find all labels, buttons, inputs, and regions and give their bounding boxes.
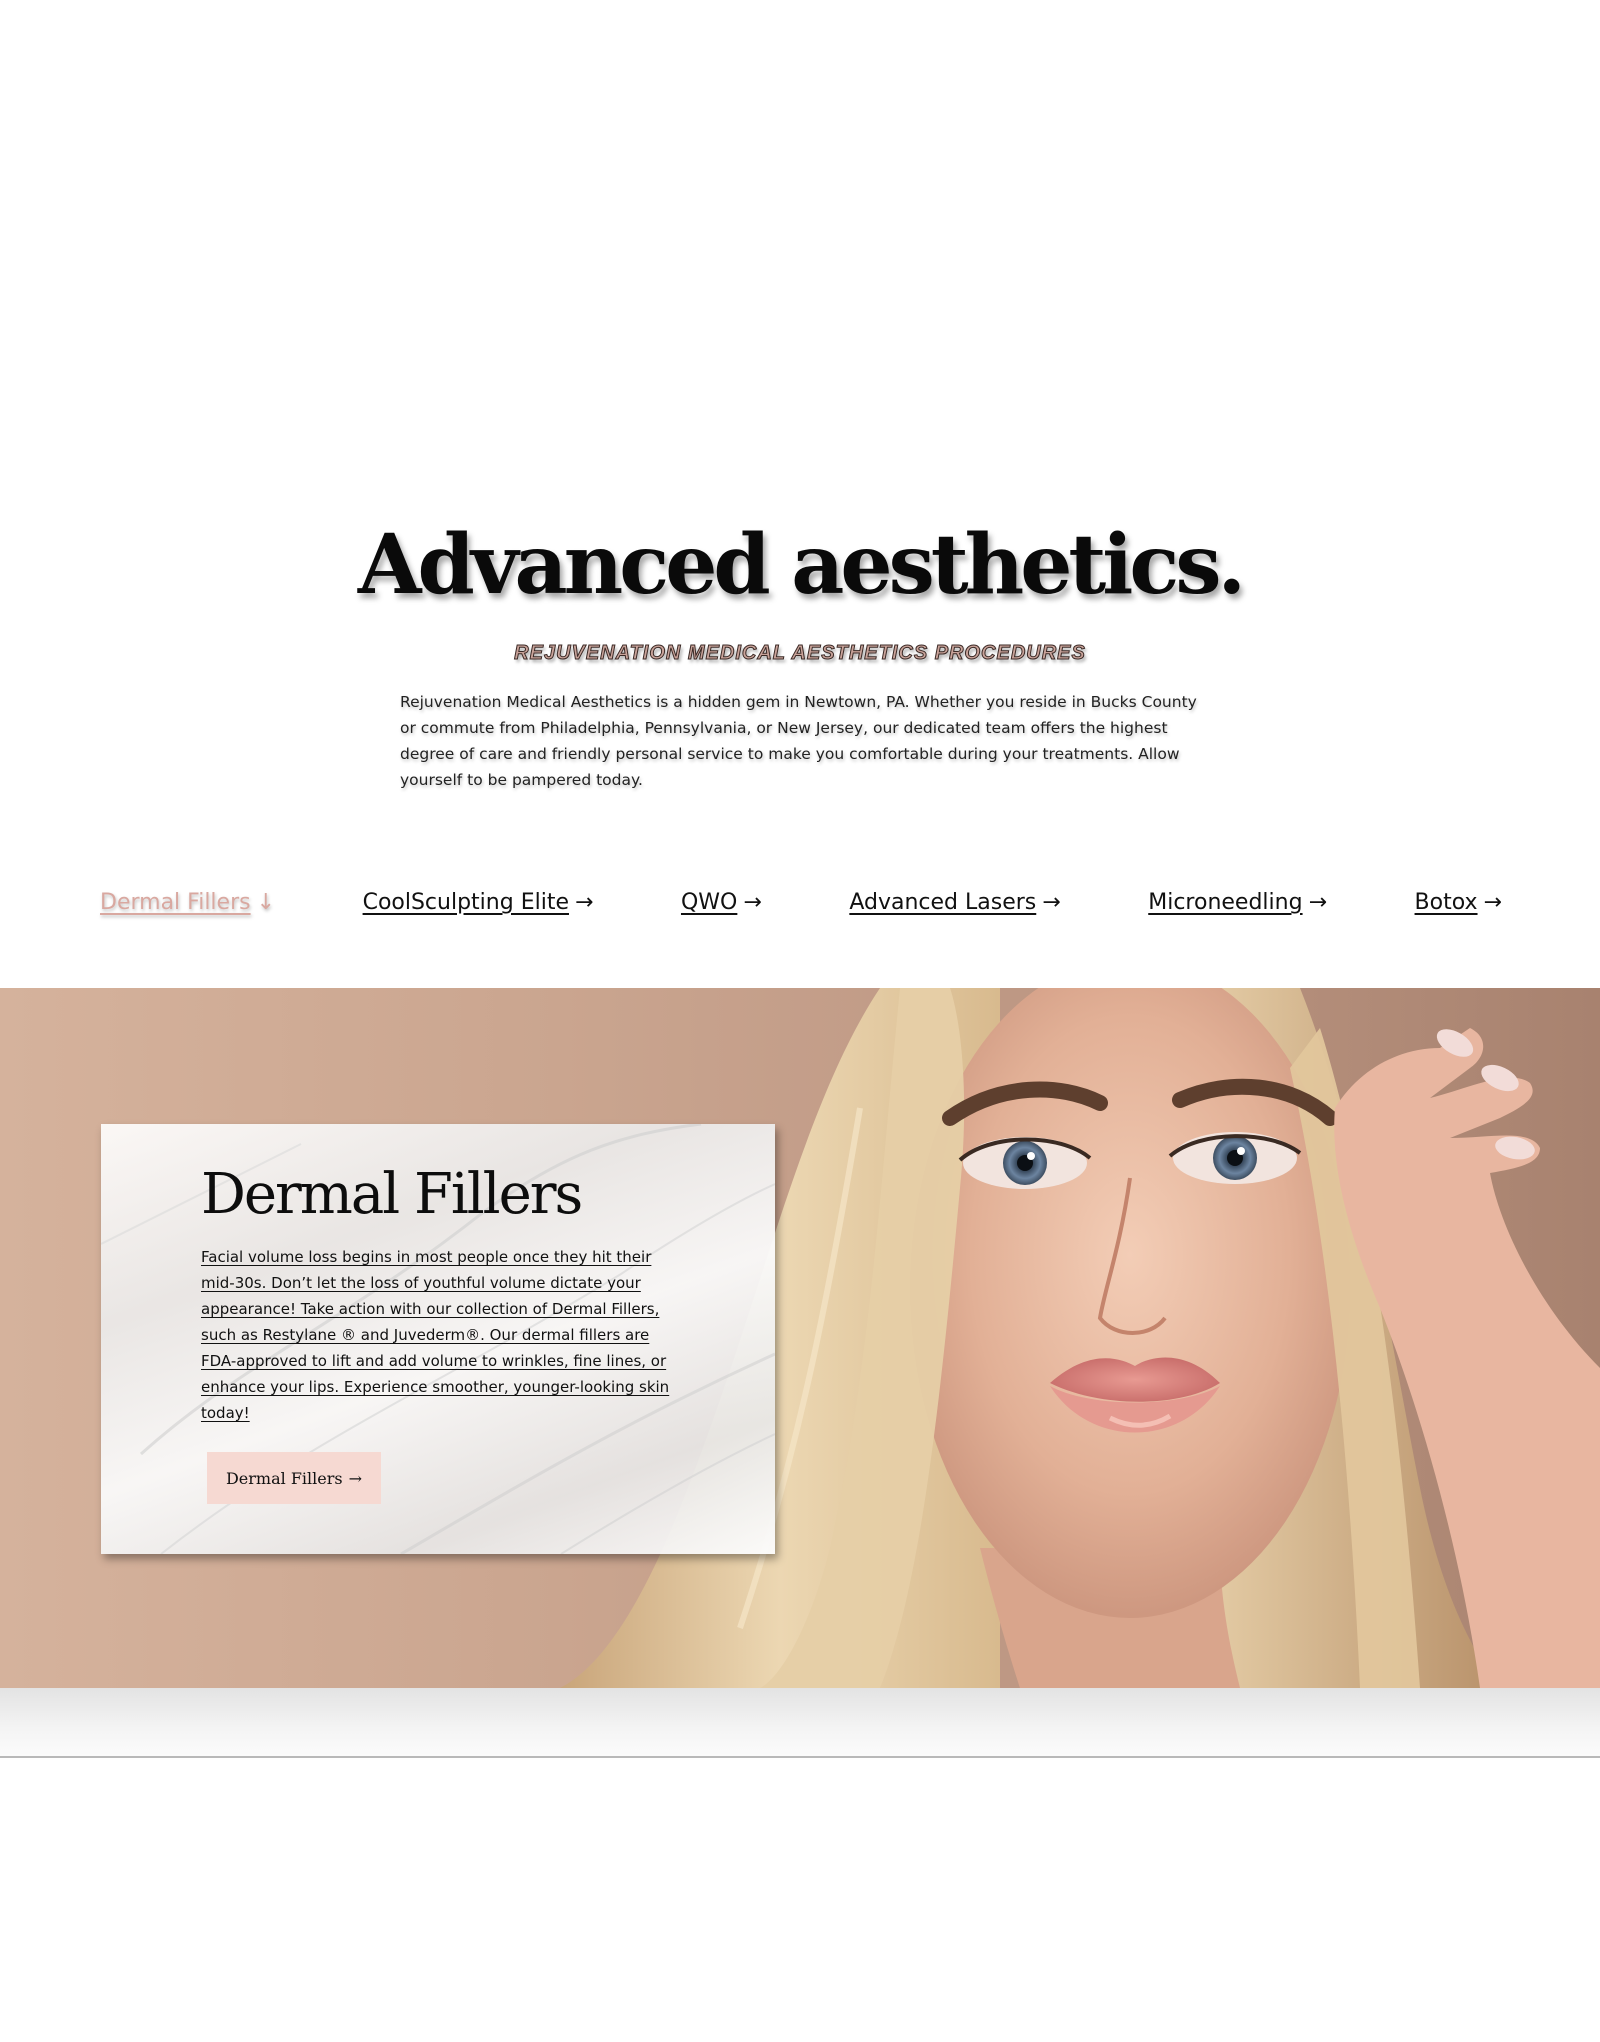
nav-link-coolsculpting-elite[interactable]: CoolSculpting Elite → — [363, 890, 594, 915]
card-title: Dermal Fillers — [201, 1162, 583, 1227]
nav-link-label: Botox — [1414, 890, 1478, 915]
nav-link-botox[interactable]: Botox → — [1415, 890, 1502, 915]
section-divider — [0, 1688, 1600, 1758]
card-description[interactable]: Facial volume loss begins in most people… — [201, 1244, 671, 1426]
intro-paragraph: Rejuvenation Medical Aesthetics is a hid… — [400, 693, 1197, 789]
button-label: Dermal Fillers — [225, 1468, 343, 1488]
intro-section: Advanced aesthetics. REJUVENATION MEDICA… — [0, 510, 1600, 793]
arrow-down-icon: ↓ — [256, 890, 276, 915]
arrow-right-icon: → — [348, 1468, 363, 1488]
dermal-fillers-button[interactable]: Dermal Fillers → — [207, 1452, 381, 1504]
nav-link-dermal-fillers[interactable]: Dermal Fillers ↓ — [100, 890, 275, 915]
nav-link-qwo[interactable]: QWO → — [681, 890, 762, 915]
nav-link-label: Dermal Fillers — [100, 890, 251, 915]
arrow-right-icon: → — [743, 890, 762, 915]
nav-link-microneedling[interactable]: Microneedling → — [1148, 890, 1327, 915]
procedures-subheading: REJUVENATION MEDICAL AESTHETICS PROCEDUR… — [514, 642, 1086, 665]
arrow-right-icon: → — [1042, 890, 1061, 915]
nav-link-label: Microneedling — [1148, 890, 1303, 915]
page-headline: Advanced aesthetics. — [357, 517, 1246, 613]
procedures-nav: Dermal Fillers ↓ CoolSculpting Elite → QWO… — [100, 890, 1502, 915]
nav-link-label: QWO — [680, 890, 738, 915]
nav-link-label: Advanced Lasers — [849, 890, 1037, 915]
arrow-right-icon: → — [574, 890, 594, 915]
arrow-right-icon: → — [1483, 890, 1502, 915]
nav-link-label: CoolSculpting Elite — [362, 890, 569, 915]
dermal-fillers-card: Dermal Fillers Facial volume loss begins… — [101, 1124, 775, 1554]
card-content: Dermal Fillers Facial volume loss begins… — [201, 1160, 671, 1441]
arrow-right-icon: → — [1308, 890, 1327, 915]
nav-link-advanced-lasers[interactable]: Advanced Lasers → — [849, 890, 1060, 915]
